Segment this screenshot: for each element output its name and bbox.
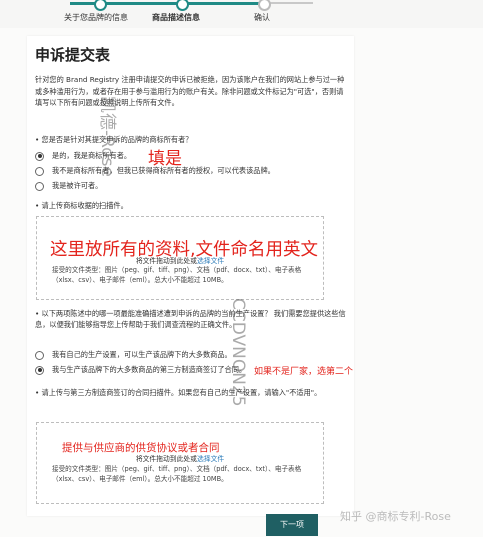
step-3-label: 确认 [254, 13, 270, 22]
progress-stepper: 关于您品牌的信息 商品描述信息 确认 [0, 0, 483, 28]
accepted-file-types: 接受的文件类型：图片（peg、gif、tiff、png）、文档（pdf、docx… [52, 465, 302, 483]
form-intro: 针对您的 Brand Registry 注册申请提交的申诉已被拒绝，因为该账户在… [35, 75, 345, 107]
annotation-not-factory: 如果不是厂家，选第二个 [254, 367, 354, 377]
next-button[interactable]: 下一项 [266, 514, 318, 536]
step-1-dot [94, 0, 107, 11]
radio-unselected[interactable] [35, 166, 44, 176]
watermark-id: CCDVNON25 [228, 298, 248, 407]
radio-option-third-party[interactable]: 我与生产该品牌下的大多数商品的第三方制造商签订了合同。 [35, 365, 246, 375]
appeal-page: 关于您品牌的信息 商品描述信息 确认 申诉提交表 针对您的 Brand Regi… [0, 0, 483, 537]
question-upload-contract: • 请上传与第三方制造商签订的合同扫描件。如果您有自己的生产设置，请输入"不适用… [35, 388, 322, 397]
upload-dropzone-contract[interactable]: 将文件拖动到此处或选择文件 [36, 422, 324, 504]
annotation-supplier-note: 提供与供应商的供货协议或者合同 [62, 442, 220, 454]
stepper-remaining-line [268, 2, 313, 4]
question-upload-receipt: • 请上传商标收据的扫描件。 [35, 201, 128, 210]
radio-selected[interactable] [35, 365, 44, 375]
step-2-label: 商品描述信息 [152, 13, 200, 22]
radio-option-own-production[interactable]: 我有自己的生产设置，可以生产该品牌下的大多数商品。 [35, 350, 232, 360]
radio-selected[interactable] [35, 151, 44, 161]
step-3-dot [258, 0, 271, 11]
step-2-dot [176, 0, 189, 11]
annotation-upload-note: 这里放所有的资料,文件命名用英文 [50, 240, 319, 260]
question-trademark-owner: • 您是否是针对其提交申诉的品牌的商标所有者？ [35, 135, 193, 144]
radio-unselected[interactable] [35, 181, 44, 191]
radio-unselected[interactable] [35, 350, 44, 360]
annotation-fill-yes: 填是 [148, 149, 182, 169]
step-1-label: 关于您品牌的信息 [64, 13, 128, 22]
zhihu-watermark: 知乎 @商标专利-Rose [340, 510, 451, 523]
radio-option-licensee[interactable]: 我是被许可者。 [35, 181, 102, 191]
accepted-file-types: 接受的文件类型：图片（peg、gif、tiff、png）、文档（pdf、docx… [52, 266, 302, 284]
watermark-name: 凯德-Rose [97, 96, 117, 177]
form-title: 申诉提交表 [35, 46, 111, 64]
question-production-setup: • 以下两项陈述中的哪一项最能准确描述遭到申诉的品牌的当前生产设置？ 我们需要您… [35, 309, 346, 329]
select-file-link[interactable]: 选择文件 [197, 455, 224, 463]
